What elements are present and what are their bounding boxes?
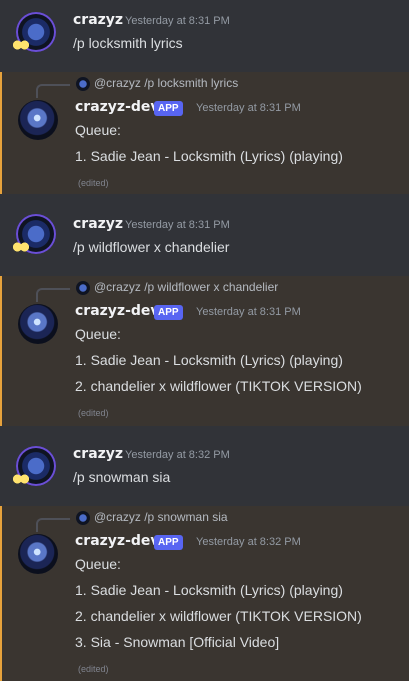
message-bot: @crazyz /p snowman sia crazyz-dev APP Ye… <box>0 506 409 681</box>
message-text: /p locksmith lyrics <box>73 35 183 51</box>
timestamp: Yesterday at 8:31 PM <box>125 15 230 27</box>
crazyz-dev-avatar-icon[interactable] <box>18 304 58 344</box>
queue-item: 3. Sia - Snowman [Official Video] <box>75 634 280 650</box>
app-badge: APP <box>154 535 183 550</box>
reply-spine <box>36 84 70 98</box>
chat-log: crazyz Yesterday at 8:31 PM /p locksmith… <box>0 0 409 681</box>
queue-label: Queue: <box>75 556 121 572</box>
crazyz-avatar-icon[interactable] <box>12 12 56 52</box>
username[interactable]: crazyz-dev <box>75 99 160 115</box>
username[interactable]: crazyz <box>73 446 123 462</box>
queue-item: 1. Sadie Jean - Locksmith (Lyrics) (play… <box>75 148 343 164</box>
message-user: crazyz Yesterday at 8:31 PM /p locksmith… <box>0 0 409 66</box>
queue-item: 1. Sadie Jean - Locksmith (Lyrics) (play… <box>75 352 343 368</box>
message-bot: @crazyz /p wildflower x chandelier crazy… <box>0 276 409 426</box>
reply-avatar-icon <box>76 511 90 525</box>
message-text: /p wildflower x chandelier <box>73 239 230 255</box>
edited-marker: (edited) <box>78 178 109 188</box>
reply-user: @crazyz <box>94 280 141 294</box>
reply-text: /p snowman sia <box>144 510 228 524</box>
username[interactable]: crazyz <box>73 216 123 232</box>
username[interactable]: crazyz-dev <box>75 303 160 319</box>
message-user: crazyz Yesterday at 8:32 PM /p snowman s… <box>0 434 409 500</box>
crazyz-dev-avatar-icon[interactable] <box>18 100 58 140</box>
timestamp: Yesterday at 8:32 PM <box>196 536 301 548</box>
username[interactable]: crazyz <box>73 12 123 28</box>
timestamp: Yesterday at 8:31 PM <box>125 219 230 231</box>
reply-text: /p wildflower x chandelier <box>144 280 279 294</box>
queue-label: Queue: <box>75 122 121 138</box>
message-user: crazyz Yesterday at 8:31 PM /p wildflowe… <box>0 202 409 268</box>
edited-marker: (edited) <box>78 664 109 674</box>
edited-marker: (edited) <box>78 408 109 418</box>
queue-item: 1. Sadie Jean - Locksmith (Lyrics) (play… <box>75 582 343 598</box>
crazyz-avatar-icon[interactable] <box>12 214 56 254</box>
reply-spine <box>36 518 70 532</box>
app-badge: APP <box>154 305 183 320</box>
reply-user: @crazyz <box>94 510 141 524</box>
reply-text: /p locksmith lyrics <box>144 76 239 90</box>
queue-label: Queue: <box>75 326 121 342</box>
reply-spine <box>36 288 70 302</box>
timestamp: Yesterday at 8:32 PM <box>125 449 230 461</box>
username[interactable]: crazyz-dev <box>75 533 160 549</box>
queue-item: 2. chandelier x wildflower (TIKTOK VERSI… <box>75 608 362 624</box>
reply-user: @crazyz <box>94 76 141 90</box>
crazyz-avatar-icon[interactable] <box>12 446 56 486</box>
reply-avatar-icon <box>76 281 90 295</box>
timestamp: Yesterday at 8:31 PM <box>196 306 301 318</box>
message-bot: @crazyz /p locksmith lyrics crazyz-dev A… <box>0 72 409 194</box>
message-text: /p snowman sia <box>73 469 171 485</box>
reply-avatar-icon <box>76 77 90 91</box>
queue-item: 2. chandelier x wildflower (TIKTOK VERSI… <box>75 378 362 394</box>
app-badge: APP <box>154 101 183 116</box>
crazyz-dev-avatar-icon[interactable] <box>18 534 58 574</box>
timestamp: Yesterday at 8:31 PM <box>196 102 301 114</box>
